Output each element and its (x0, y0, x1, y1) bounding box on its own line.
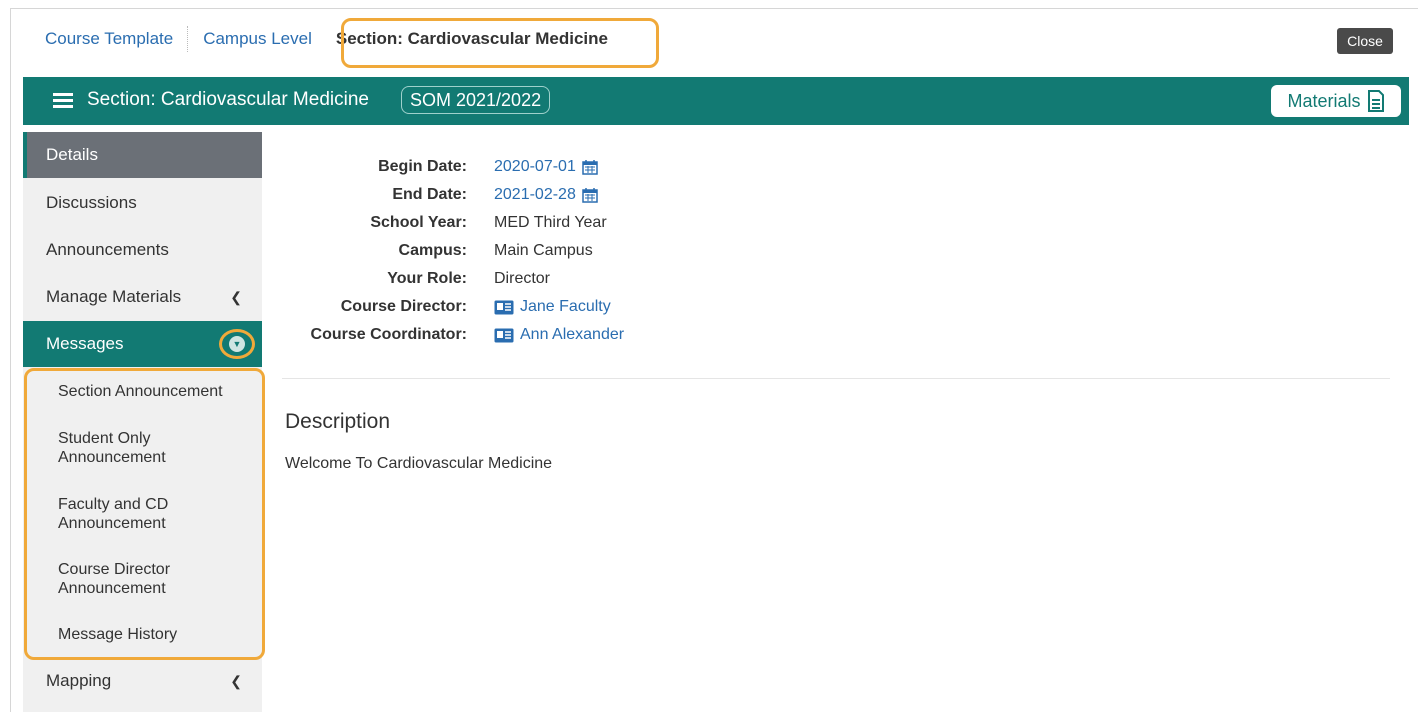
campus-label: Campus: (398, 242, 467, 259)
end-date-link[interactable]: 2021-02-28 (494, 186, 576, 204)
sidebar-item-label: Announcements (46, 240, 169, 259)
sidebar-item-label: Messages (46, 334, 124, 353)
role-value: Director (494, 270, 551, 287)
campus-value: Main Campus (494, 242, 593, 259)
sidebar-item-label: Manage Materials (46, 287, 182, 306)
course-director-label: Course Director: (340, 298, 467, 315)
course-coordinator-link[interactable]: Ann Alexander (520, 326, 624, 344)
description-text: Welcome To Cardiovascular Medicine (285, 455, 553, 472)
sidebar-item-label: Discussions (46, 193, 137, 212)
begin-date-value: 2020-07-01 (494, 158, 598, 176)
course-director-link[interactable]: Jane Faculty (520, 298, 611, 316)
calendar-icon[interactable] (582, 187, 598, 203)
breadcrumb-separator (187, 26, 189, 52)
school-year-label: School Year: (370, 214, 467, 231)
school-year-value: MED Third Year (494, 214, 607, 231)
term-badge: SOM 2021/2022 (401, 86, 551, 114)
sidebar-item-label: Details (46, 145, 98, 164)
end-date-value: 2021-02-28 (494, 186, 598, 204)
section-divider (282, 378, 1390, 379)
sidebar-item-mapping[interactable]: Mapping ❮ (23, 658, 262, 704)
menu-icon[interactable] (53, 93, 73, 109)
course-director-value: Jane Faculty (494, 298, 611, 316)
calendar-icon[interactable] (582, 159, 598, 175)
section-title: Section: Cardiovascular Medicine (87, 89, 369, 110)
sidebar-item-details[interactable]: Details (23, 132, 262, 178)
chevron-left-icon: ❮ (230, 288, 242, 305)
sidebar-item-discussions[interactable]: Discussions (23, 180, 262, 226)
begin-date-label: Begin Date: (378, 158, 467, 175)
materials-button[interactable]: Materials (1271, 85, 1401, 117)
description-heading: Description (285, 410, 391, 433)
chevron-down-icon: ▼ (229, 336, 245, 352)
contact-card-icon[interactable] (494, 300, 514, 315)
highlight-breadcrumb-current (341, 18, 659, 68)
sidebar-item-announcements[interactable]: Announcements (23, 227, 262, 273)
materials-label: Materials (1287, 90, 1361, 111)
course-coordinator-label: Course Coordinator: (310, 326, 467, 343)
section-header-bar: Section: Cardiovascular Medicine SOM 202… (23, 77, 1409, 125)
close-button[interactable]: Close (1337, 28, 1393, 54)
end-date-label: End Date: (392, 186, 467, 203)
course-coordinator-value: Ann Alexander (494, 326, 624, 344)
highlight-messages-submenu (24, 368, 265, 660)
breadcrumb-campus-level[interactable]: Campus Level (203, 29, 312, 49)
document-icon (1367, 90, 1385, 112)
chevron-left-icon: ❮ (230, 672, 242, 689)
sidebar-item-manage-materials[interactable]: Manage Materials ❮ (23, 274, 262, 320)
breadcrumb-course-template[interactable]: Course Template (45, 29, 173, 49)
contact-card-icon[interactable] (494, 328, 514, 343)
sidebar-item-label: Mapping (46, 671, 112, 690)
messages-expand-button[interactable]: ▼ (219, 329, 255, 359)
begin-date-link[interactable]: 2020-07-01 (494, 158, 576, 176)
role-label: Your Role: (387, 270, 467, 287)
